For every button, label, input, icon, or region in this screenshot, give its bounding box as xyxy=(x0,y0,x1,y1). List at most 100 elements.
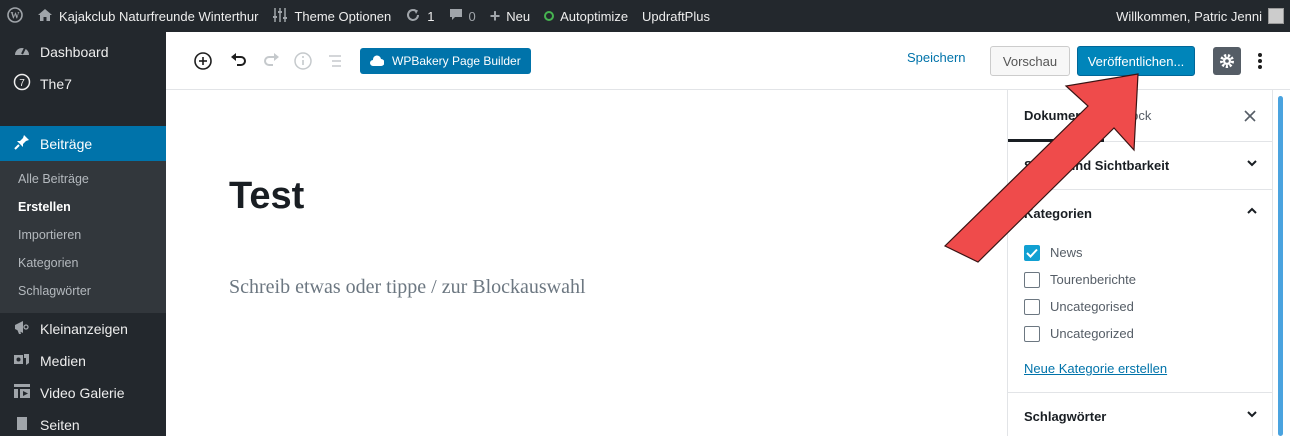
category-checkbox[interactable] xyxy=(1024,325,1040,342)
sidebar-item-the7[interactable]: 7 The7 xyxy=(0,68,166,100)
updraftplus-link[interactable]: UpdraftPlus xyxy=(635,0,717,32)
site-name-link[interactable]: Kajakclub Naturfreunde Winterthur xyxy=(30,0,265,32)
theme-options-label: Theme Optionen xyxy=(294,8,392,24)
sidebar-item-video-gallery[interactable]: Video Galerie xyxy=(0,377,166,409)
sidebar-label-media: Medien xyxy=(40,353,86,369)
tab-document[interactable]: Dokument xyxy=(1008,90,1104,142)
sidebar-label-posts: Beiträge xyxy=(40,135,93,152)
submenu-new-post[interactable]: Erstellen xyxy=(0,195,166,223)
category-list: News Tourenberichte Uncategorised Uncate… xyxy=(1008,237,1272,347)
status-circle-icon xyxy=(544,11,555,21)
dashboard-gauge-icon xyxy=(12,42,32,62)
block-placeholder[interactable]: Schreib etwas oder tippe / zur Blockausw… xyxy=(229,276,586,299)
submenu-categories[interactable]: Kategorien xyxy=(0,251,166,279)
categories-heading[interactable]: Kategorien xyxy=(1008,190,1272,237)
tags-section[interactable]: Schlagwörter xyxy=(1008,393,1272,436)
checkmark-icon xyxy=(1026,248,1038,258)
category-label: Uncategorized xyxy=(1050,326,1134,341)
new-label: Neu xyxy=(506,8,531,24)
plus-icon: + xyxy=(489,6,501,26)
content-info-button[interactable] xyxy=(292,50,314,72)
svg-text:W: W xyxy=(11,10,20,20)
wp-logo-menu[interactable]: W xyxy=(0,0,30,32)
chevron-down-icon xyxy=(1246,156,1258,172)
category-item[interactable]: Tourenberichte xyxy=(1024,266,1256,293)
editor-toolbar: WPBakery Page Builder Speichern Vorschau… xyxy=(166,32,1290,90)
close-icon xyxy=(1244,110,1256,122)
submenu-all-posts[interactable]: Alle Beiträge xyxy=(0,167,166,195)
admin-bar: W Kajakclub Naturfreunde Winterthur Them… xyxy=(0,0,1290,32)
sidebar-item-media[interactable]: Medien xyxy=(0,345,166,377)
save-draft-button[interactable]: Speichern xyxy=(907,50,966,65)
pushpin-icon xyxy=(12,134,32,154)
sidebar-item-posts[interactable]: Beiträge xyxy=(0,126,166,161)
greeting-text: Willkommen, Patric Jenni xyxy=(1116,8,1262,24)
redo-button[interactable] xyxy=(260,50,282,72)
updates-count: 1 xyxy=(427,8,435,24)
category-label: Uncategorised xyxy=(1050,299,1134,314)
posts-submenu: Alle Beiträge Erstellen Importieren Kate… xyxy=(0,161,166,313)
chevron-down-icon xyxy=(1246,407,1258,423)
submenu-tags[interactable]: Schlagwörter xyxy=(0,279,166,307)
post-title[interactable]: Test xyxy=(229,175,304,218)
svg-text:7: 7 xyxy=(19,78,25,89)
home-icon xyxy=(37,8,53,25)
the7-logo-icon: 7 xyxy=(12,73,32,95)
undo-button[interactable] xyxy=(228,50,250,72)
category-label: News xyxy=(1050,245,1083,260)
category-checkbox[interactable] xyxy=(1024,298,1040,315)
settings-sidebar: Dokument Block Status und Sichtbarkeit K… xyxy=(1007,90,1273,436)
redo-icon xyxy=(264,52,279,66)
sidebar-label-pages: Seiten xyxy=(40,417,80,433)
plus-circle-icon xyxy=(194,51,212,70)
wpbakery-cloud-icon xyxy=(370,55,384,66)
sidebar-item-pages[interactable]: Seiten xyxy=(0,409,166,436)
theme-options-link[interactable]: Theme Optionen xyxy=(265,0,398,32)
info-icon xyxy=(294,51,312,70)
admin-sidebar: Dashboard 7 The7 Beiträge Alle Beiträge … xyxy=(0,32,166,436)
category-checkbox[interactable] xyxy=(1024,271,1040,288)
more-options-button[interactable] xyxy=(1250,47,1270,75)
new-category-link[interactable]: Neue Kategorie erstellen xyxy=(1008,347,1272,392)
publish-button[interactable]: Veröffentlichen... xyxy=(1077,46,1195,76)
categories-section: Kategorien News Tourenberichte Uncategor… xyxy=(1008,190,1272,393)
updates-link[interactable]: 1 xyxy=(398,0,441,32)
category-checkbox[interactable] xyxy=(1024,244,1040,261)
sidebar-label-the7: The7 xyxy=(40,76,72,92)
screen: W Kajakclub Naturfreunde Winterthur Them… xyxy=(0,0,1290,436)
refresh-icon xyxy=(405,7,421,26)
media-camera-icon xyxy=(12,351,32,371)
wpbakery-button[interactable]: WPBakery Page Builder xyxy=(360,47,531,74)
sidebar-label-dashboard: Dashboard xyxy=(40,44,109,60)
tab-block[interactable]: Block xyxy=(1104,90,1168,142)
status-visibility-heading: Status und Sichtbarkeit xyxy=(1024,158,1170,173)
settings-button[interactable] xyxy=(1213,47,1241,75)
avatar xyxy=(1268,8,1284,24)
add-block-button[interactable] xyxy=(192,50,214,72)
category-item[interactable]: Uncategorised xyxy=(1024,293,1256,320)
sidebar-item-classifieds[interactable]: Kleinanzeigen xyxy=(0,313,166,345)
sliders-icon xyxy=(272,7,288,26)
block-navigation-button[interactable] xyxy=(324,50,346,72)
account-menu[interactable]: Willkommen, Patric Jenni xyxy=(1116,8,1290,24)
category-item[interactable]: News xyxy=(1024,239,1256,266)
close-panel-button[interactable] xyxy=(1244,106,1256,127)
new-content-link[interactable]: + Neu xyxy=(483,0,537,32)
status-visibility-section[interactable]: Status und Sichtbarkeit xyxy=(1008,142,1272,190)
wordpress-logo-icon: W xyxy=(7,6,23,26)
sidebar-item-dashboard[interactable]: Dashboard xyxy=(0,36,166,68)
list-outline-icon xyxy=(329,54,341,67)
submenu-import[interactable]: Importieren xyxy=(0,223,166,251)
comments-link[interactable]: 0 xyxy=(442,0,483,32)
wpbakery-label: WPBakery Page Builder xyxy=(392,53,521,68)
category-item[interactable]: Uncategorized xyxy=(1024,320,1256,347)
gear-icon xyxy=(1220,54,1234,68)
autoptimize-link[interactable]: Autoptimize xyxy=(537,0,635,32)
undo-icon xyxy=(231,52,246,66)
tags-heading: Schlagwörter xyxy=(1024,409,1107,424)
updraftplus-label: UpdraftPlus xyxy=(642,8,710,24)
preview-button[interactable]: Vorschau xyxy=(990,46,1070,76)
panel-scrollbar[interactable] xyxy=(1278,96,1283,436)
category-label: Tourenberichte xyxy=(1050,272,1136,287)
pages-icon xyxy=(12,415,32,435)
